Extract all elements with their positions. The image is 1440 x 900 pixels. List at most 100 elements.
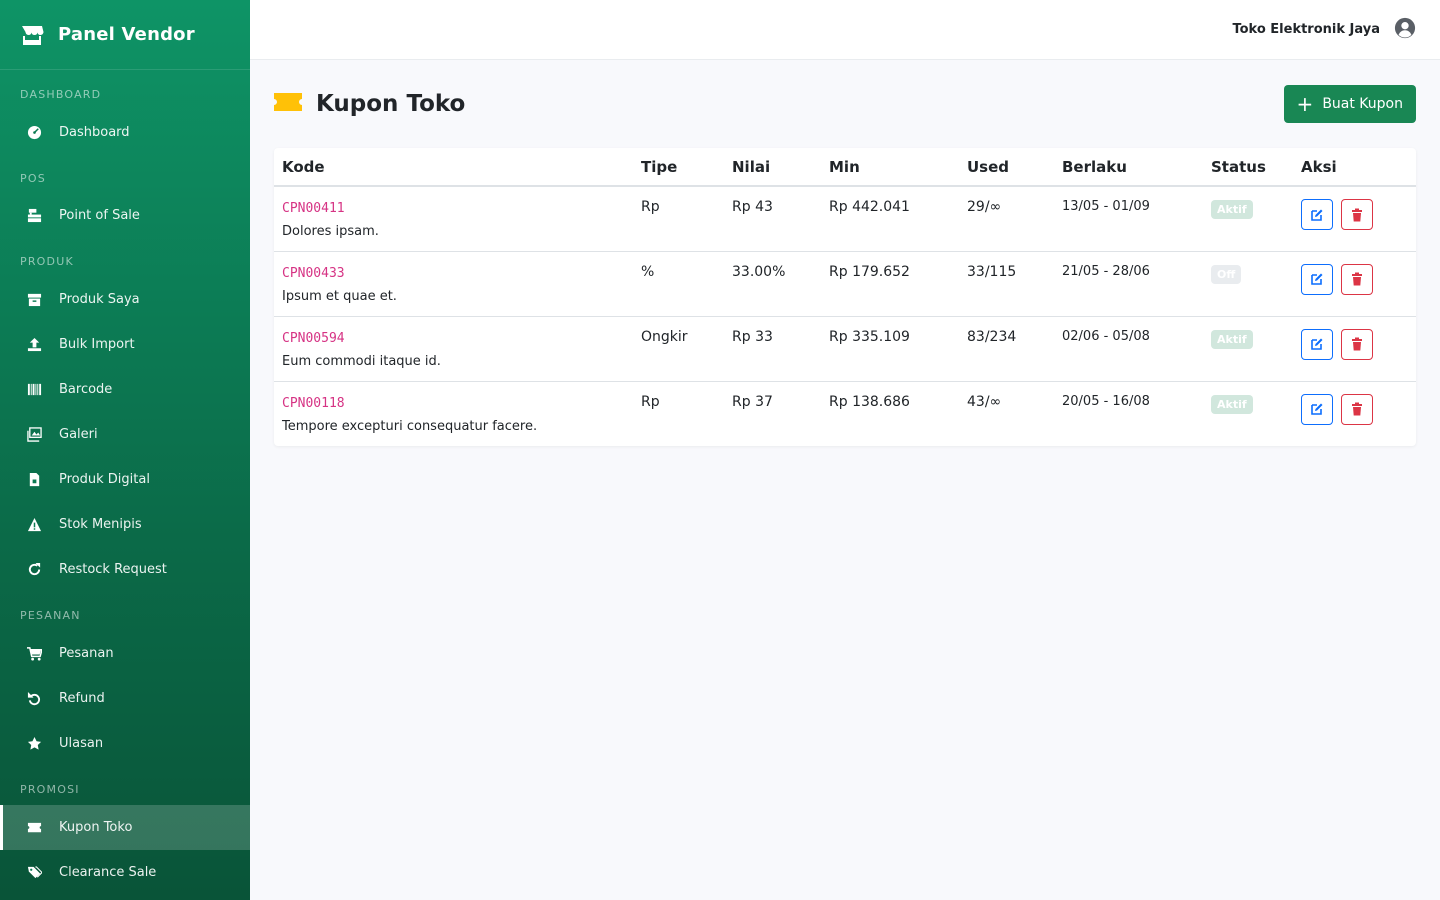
col-actions-header: Aksi: [1293, 148, 1416, 187]
cell-type: Rp: [641, 393, 660, 410]
topbar: Toko Elektronik Jaya: [250, 0, 1440, 60]
sidebar-item-ulasan[interactable]: Ulasan: [0, 721, 250, 766]
undo-icon: [26, 691, 42, 707]
cell-min: Rp 335.109: [821, 316, 959, 382]
coupon-code: CPN00594: [282, 330, 345, 346]
sidebar-item-label: Stok Menipis: [59, 517, 142, 532]
cash-register-icon: [26, 208, 42, 224]
col-min-header: Min: [821, 148, 959, 187]
coupon-code: CPN00433: [282, 265, 345, 281]
trash-icon: [1352, 208, 1362, 221]
sidebar-item-label: Galeri: [59, 427, 98, 442]
cell-period: 20/05 - 16/08: [1062, 393, 1150, 409]
cell-value: Rp 43: [724, 186, 821, 252]
table-row: CPN00411 Dolores ipsam. Rp Rp 43 Rp 442.041 2…: [274, 186, 1416, 252]
sidebar-item-bulk-import[interactable]: Bulk Import: [0, 322, 250, 367]
cell-code: CPN00594 Eum commodi itaque id.: [274, 316, 633, 382]
sidebar-item-restock-request[interactable]: Restock Request: [0, 547, 250, 592]
delete-button[interactable]: [1341, 328, 1373, 360]
cell-type: Rp: [633, 186, 724, 252]
brand-title: Panel Vendor: [58, 24, 195, 45]
cell-status: Aktif: [1203, 316, 1293, 382]
trash-icon: [1352, 402, 1362, 416]
user-circle-icon[interactable]: [1394, 17, 1416, 43]
page-header: Kupon Toko + Buat Kupon: [274, 60, 1416, 148]
sidebar-item-label: Point of Sale: [59, 208, 140, 223]
col-period-header: Berlaku: [1054, 148, 1203, 187]
cell-actions: [1293, 251, 1416, 317]
cell-status: Off: [1203, 251, 1293, 317]
sidebar-item-label: Pesanan: [59, 646, 114, 661]
cell-code: CPN00411 Dolores ipsam.: [274, 186, 633, 252]
tags-icon: [26, 865, 42, 881]
sidebar-item-pesanan[interactable]: Pesanan: [0, 631, 250, 676]
cell-code: CPN00433 Ipsum et quae et.: [274, 251, 633, 317]
sidebar-item-clearance-sale[interactable]: Clearance Sale: [0, 850, 250, 895]
sidebar-item-barcode[interactable]: Barcode: [0, 367, 250, 412]
cell-actions: [1293, 381, 1416, 446]
title-wrap: Kupon Toko: [274, 91, 465, 117]
refresh-icon: [26, 562, 42, 578]
edit-button[interactable]: [1301, 263, 1333, 295]
sidebar-item-dashboard[interactable]: Dashboard: [0, 110, 250, 155]
trash-icon: [1352, 337, 1362, 351]
file-icon: [26, 472, 42, 488]
status-badge: Off: [1211, 264, 1242, 284]
edit-icon: [1311, 273, 1323, 285]
cell-min: Rp 179.652: [821, 251, 959, 317]
sidebar-item-kupon-toko[interactable]: Kupon Toko: [0, 805, 250, 850]
cell-value: Rp 33: [724, 316, 821, 382]
create-coupon-button[interactable]: + Buat Kupon: [1283, 84, 1416, 123]
create-coupon-label: Buat Kupon: [1322, 95, 1403, 112]
cell-actions: [1293, 316, 1416, 382]
table-row: CPN00594 Eum commodi itaque id. Ongkir Rp 3…: [274, 316, 1416, 382]
sidebar-item-label: Produk Digital: [59, 472, 150, 487]
table-row: CPN00433 Ipsum et quae et.% 33.00% Rp 179.6…: [274, 251, 1416, 317]
sidebar-item-stok-menipis[interactable]: Stok Menipis: [0, 502, 250, 547]
edit-button[interactable]: [1301, 199, 1333, 230]
coupon-description: Dolores ipsam.: [282, 224, 379, 239]
sidebar-item-refund[interactable]: Refund: [0, 676, 250, 721]
barcode-icon: [26, 382, 42, 398]
brand[interactable]: Panel Vendor: [0, 0, 250, 70]
sidebar-item-label: Refund: [59, 691, 105, 706]
cell-actions: [1293, 186, 1416, 252]
edit-button[interactable]: [1301, 393, 1333, 425]
cell-value: 33.00%: [724, 251, 821, 317]
sidebar-item-label: Dashboard: [59, 125, 130, 140]
page-title: Kupon Toko: [316, 91, 466, 117]
main-content: Kupon Toko + Buat Kupon Kode Tipe Nilai …: [274, 60, 1416, 446]
dashboard-icon: [26, 125, 42, 141]
col-value-header: Nilai: [724, 148, 821, 187]
warning-icon: [26, 517, 42, 533]
sidebar-item-label: Barcode: [59, 382, 113, 397]
edit-icon: [1311, 403, 1323, 415]
cell-type: %: [633, 251, 724, 317]
cell-used: 83/234: [959, 316, 1054, 382]
ticket-icon: [26, 820, 42, 836]
cell-min: Rp 442.041: [821, 186, 959, 252]
star-icon: [26, 736, 42, 752]
box-icon: [26, 292, 42, 308]
cell-period: 13/05 - 01/09: [1054, 186, 1203, 252]
section-label-dashboard: DASHBOARD: [20, 88, 102, 101]
sidebar-item-galeri[interactable]: Galeri: [0, 412, 250, 457]
trash-icon: [1352, 272, 1362, 286]
sidebar-item-produk-saya[interactable]: Produk Saya: [0, 277, 250, 322]
images-icon: [26, 427, 42, 443]
coupon-description: Eum commodi itaque id.: [282, 353, 441, 369]
sidebar-item-point-of-sale[interactable]: Point of Sale: [0, 193, 250, 238]
edit-button[interactable]: [1301, 328, 1333, 360]
coupon-description: Ipsum et quae et.: [282, 288, 397, 304]
ticket-icon: [274, 93, 316, 115]
coupon-table-card: Kode Tipe Nilai Min Used Berlaku Status …: [274, 148, 1416, 446]
delete-button[interactable]: [1341, 393, 1373, 425]
sidebar-item-label: Clearance Sale: [59, 865, 157, 880]
sidebar-item-produk-digital[interactable]: Produk Digital: [0, 457, 250, 502]
cell-used: 43/∞: [967, 393, 1002, 410]
table-row: CPN00118 Tempore excepturi consequatur fa…: [274, 381, 1416, 446]
delete-button[interactable]: [1341, 199, 1373, 230]
cell-min: Rp 138.686: [829, 393, 910, 410]
sidebar: Panel Vendor DASHBOARD Dashboard POS Point …: [0, 0, 250, 900]
delete-button[interactable]: [1341, 263, 1373, 295]
